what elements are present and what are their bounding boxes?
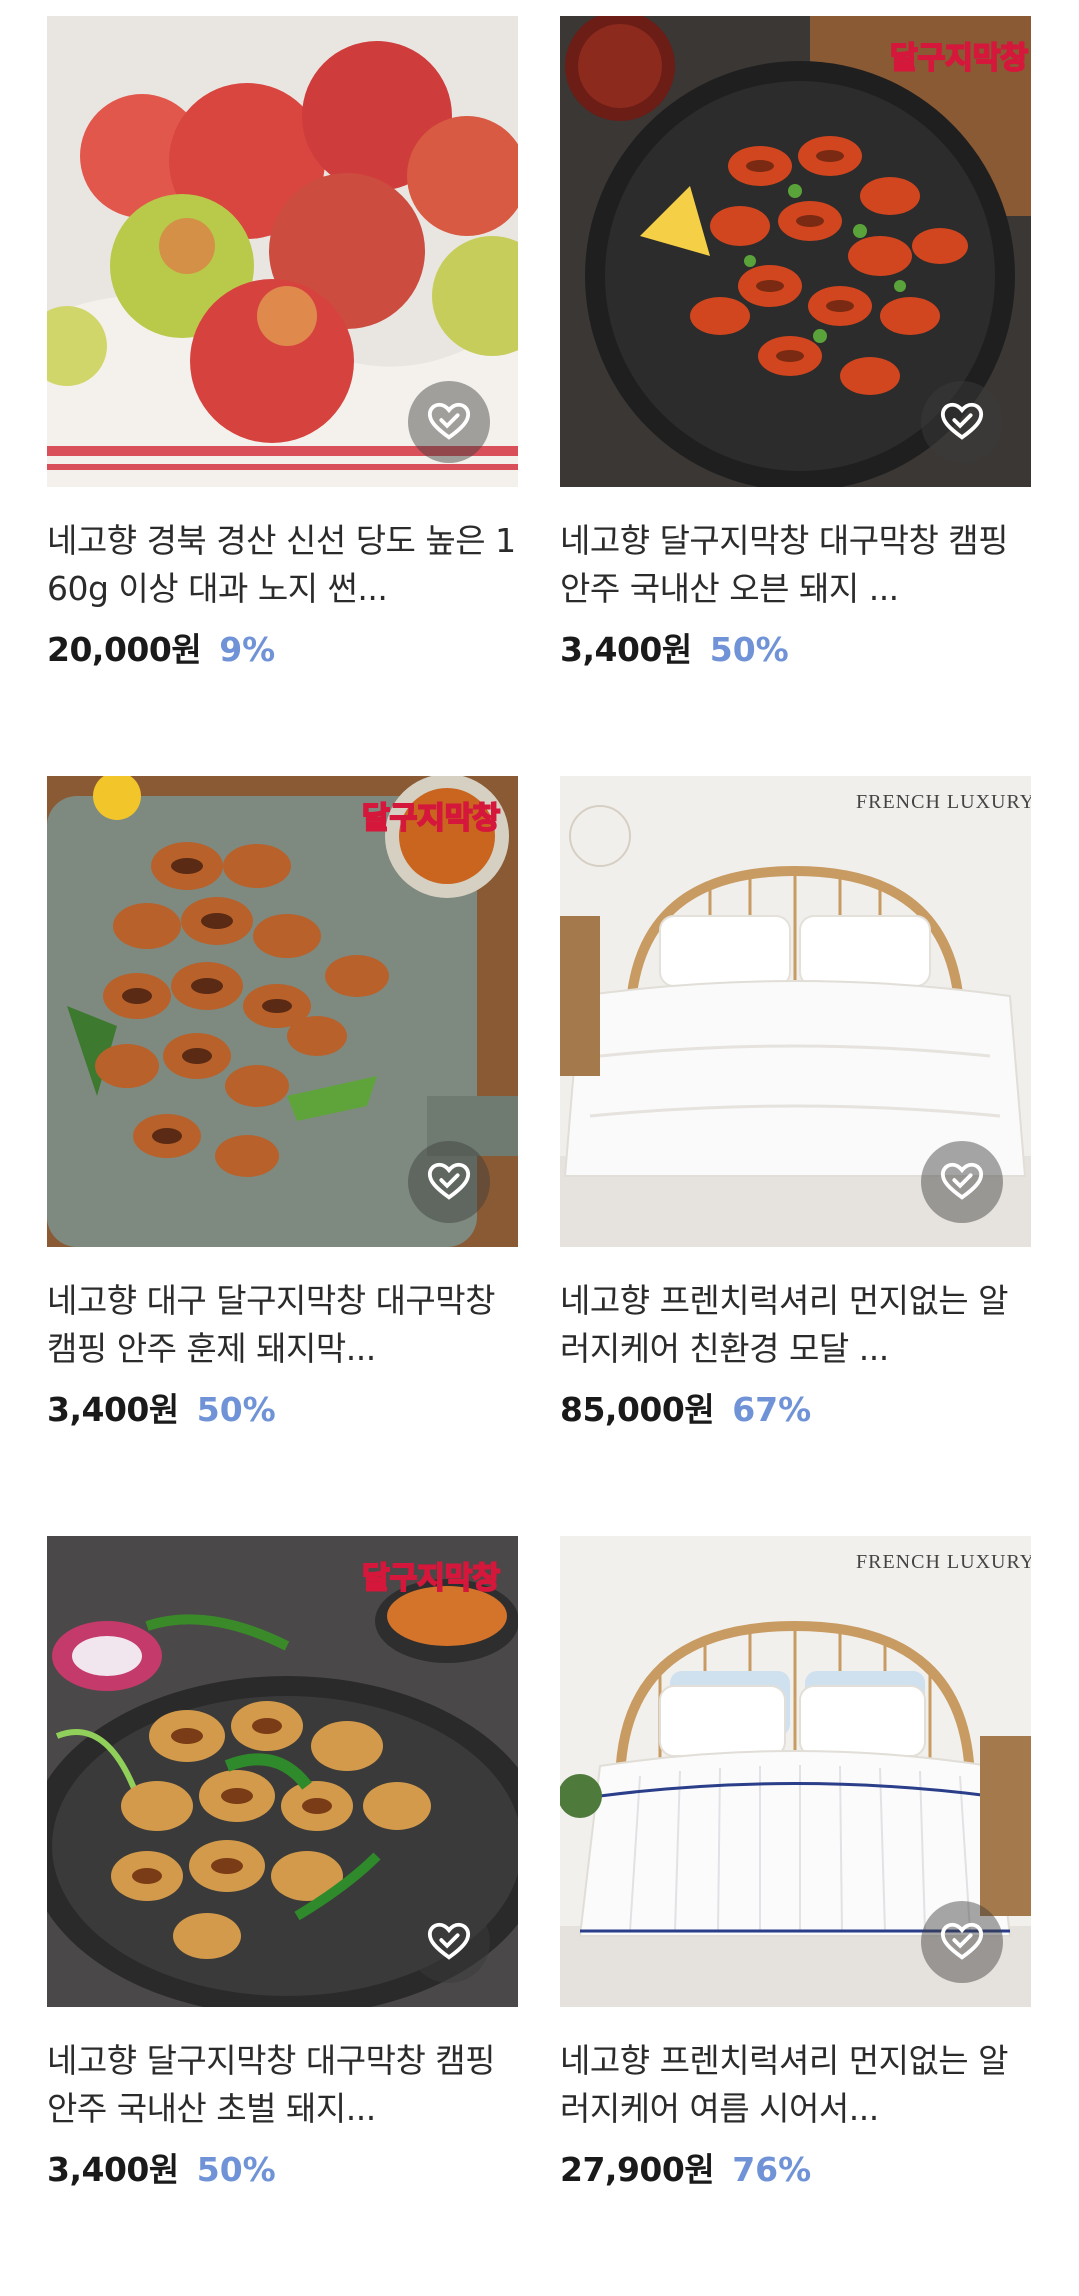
brand-logo: FRENCH LUXURY [856,1551,1031,1573]
brand-logo: FRENCH LUXURY [856,791,1031,813]
brand-stamp: 달구지막창 [362,802,500,835]
discount-rate: 50% [196,1390,276,1429]
discount-rate: 67% [732,1390,812,1429]
like-button[interactable] [408,1901,490,1983]
heart-check-icon [427,402,471,440]
product-title[interactable]: 네고향 경북 경산 신선 당도 높은 160g 이상 대과 노지 썬... [47,517,518,613]
product-image[interactable]: FRENCH LUXURY [560,1536,1031,2007]
product-price: 85,000원 [560,1390,715,1429]
like-button[interactable] [921,381,1003,463]
product-title[interactable]: 네고향 프렌치럭셔리 먼지없는 알러지케어 여름 시어서... [560,2037,1031,2133]
product-card[interactable]: 네고향 경북 경산 신선 당도 높은 160g 이상 대과 노지 썬... 20… [47,16,518,776]
product-price: 20,000원 [47,630,202,669]
product-image[interactable]: FRENCH LUXURY [560,776,1031,1247]
price-row: 3,400원 50% [47,1383,518,1431]
product-price: 3,400원 [47,2150,179,2189]
like-button[interactable] [408,381,490,463]
price-row: 3,400원 50% [560,623,1031,671]
like-button[interactable] [408,1141,490,1223]
product-title[interactable]: 네고향 달구지막창 대구막창 캠핑 안주 국내산 오븐 돼지 ... [560,517,1031,613]
heart-check-icon [940,1162,984,1200]
product-card[interactable]: FRENCH LUXURY 네고향 프렌치럭셔리 먼지없는 알러지케어 여름 시… [560,1536,1031,2296]
heart-check-icon [940,402,984,440]
product-image[interactable]: 달구지막창 [47,776,518,1247]
heart-check-icon [427,1162,471,1200]
like-button[interactable] [921,1141,1003,1223]
discount-rate: 50% [196,2150,276,2189]
product-grid: 네고향 경북 경산 신선 당도 높은 160g 이상 대과 노지 썬... 20… [47,16,1031,2296]
product-title[interactable]: 네고향 프렌치럭셔리 먼지없는 알러지케어 친환경 모달 ... [560,1277,1031,1373]
product-title[interactable]: 네고향 대구 달구지막창 대구막창 캠핑 안주 훈제 돼지막... [47,1277,518,1373]
heart-check-icon [940,1922,984,1960]
product-image[interactable]: 달구지막창 [560,16,1031,487]
product-price: 27,900원 [560,2150,715,2189]
price-row: 27,900원 76% [560,2143,1031,2191]
product-card[interactable]: 달구지막창 네고향 달구지막창 대구막창 캠핑 안주 국내산 초벌 돼지... … [47,1536,518,2296]
price-row: 85,000원 67% [560,1383,1031,1431]
product-price: 3,400원 [560,630,692,669]
brand-stamp: 달구지막창 [362,1562,500,1595]
price-row: 20,000원 9% [47,623,518,671]
like-button[interactable] [921,1901,1003,1983]
product-title[interactable]: 네고향 달구지막창 대구막창 캠핑 안주 국내산 초벌 돼지... [47,2037,518,2133]
heart-check-icon [427,1922,471,1960]
product-card[interactable]: 달구지막창 네고향 대구 달구지막창 대구막창 캠핑 안주 훈제 돼지막... … [47,776,518,1536]
discount-rate: 9% [219,630,276,669]
price-row: 3,400원 50% [47,2143,518,2191]
product-image[interactable] [47,16,518,487]
discount-rate: 76% [732,2150,812,2189]
product-price: 3,400원 [47,1390,179,1429]
discount-rate: 50% [709,630,789,669]
product-card[interactable]: FRENCH LUXURY 네고향 프렌치럭셔리 먼지없는 알러지케어 친환경 … [560,776,1031,1536]
product-card[interactable]: 달구지막창 네고향 달구지막창 대구막창 캠핑 안주 국내산 오븐 돼지 ...… [560,16,1031,776]
product-image[interactable]: 달구지막창 [47,1536,518,2007]
brand-stamp: 달구지막창 [890,42,1028,75]
